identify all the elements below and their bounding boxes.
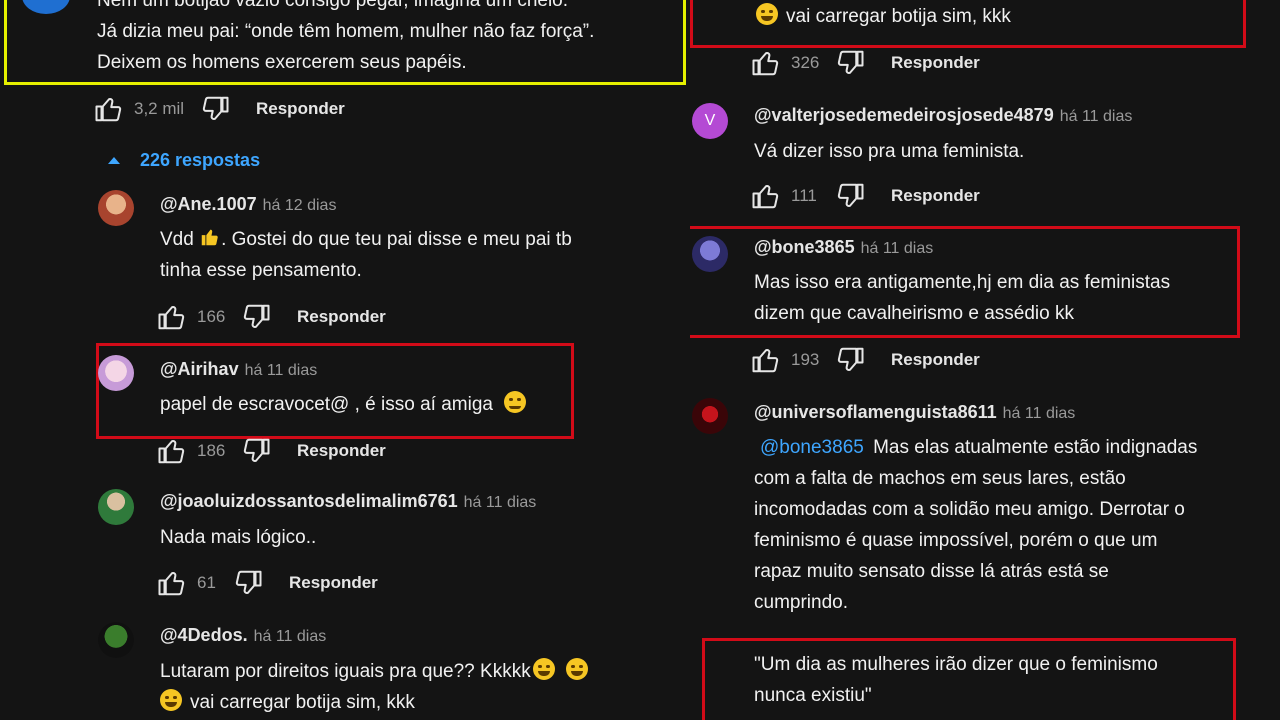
avatar[interactable]: [98, 355, 134, 391]
comment-actions: 186 Responder: [157, 436, 386, 466]
comment-text: vai carregar botija sim, kkk: [756, 1, 1011, 32]
dislike-icon[interactable]: [241, 302, 271, 332]
comment-timestamp: há 11 dias: [1059, 108, 1133, 125]
comment-text: tinha esse pensamento.: [160, 260, 362, 281]
avatar[interactable]: [98, 190, 134, 226]
like-icon[interactable]: [751, 48, 781, 78]
laughing-emoji: [756, 3, 778, 25]
like-count: 61: [197, 573, 216, 592]
avatar[interactable]: [692, 236, 728, 272]
mention-link[interactable]: @bone3865: [760, 437, 864, 458]
thumbs-up-emoji: [201, 229, 218, 246]
replies-count: 226 respostas: [140, 150, 261, 170]
laughing-emoji: [160, 689, 182, 711]
replies-toggle[interactable]: 226 respostas: [108, 150, 260, 171]
comment-text: incomodadas com a solidão meu amigo. Der…: [754, 499, 1185, 520]
comment-text: vai carregar botija sim, kkk: [160, 687, 415, 718]
reply-button[interactable]: Responder: [891, 350, 980, 370]
quote-text: nunca existiu": [754, 685, 872, 706]
comment-actions: 111 Responder: [751, 181, 980, 211]
reply-button[interactable]: Responder: [891, 186, 980, 206]
dislike-icon[interactable]: [835, 181, 865, 211]
reply-button[interactable]: Responder: [297, 441, 386, 461]
comment-author[interactable]: @joaoluizdossantosdelimalim6761 há 11 dia…: [160, 491, 536, 512]
smile-emoji: [504, 391, 527, 413]
avatar[interactable]: [98, 622, 134, 658]
comment-text: cumprindo.: [754, 592, 848, 613]
like-count: 111: [791, 186, 817, 205]
comment-actions: 326 Responder: [751, 48, 980, 78]
comment-text: Mas isso era antigamente,hj em dia as fe…: [754, 272, 1171, 293]
like-icon[interactable]: [751, 345, 781, 375]
like-count: 193: [791, 350, 820, 369]
comment-text: papel de escravocet@ , é isso aí amiga: [160, 389, 527, 420]
reply-button[interactable]: Responder: [256, 99, 345, 119]
laughing-emoji: [532, 658, 555, 680]
dislike-icon[interactable]: [233, 568, 263, 598]
left-comment-column: Nem um botijão vazio consigo pegar, imag…: [0, 0, 690, 720]
comment-timestamp: há 12 dias: [262, 197, 337, 214]
comment-timestamp: há 11 dias: [860, 240, 934, 257]
like-count: 326: [791, 53, 820, 72]
laughing-emoji: [565, 658, 588, 680]
quote-text: "Um dia as mulheres irão dizer que o fem…: [754, 654, 1158, 675]
comment-timestamp: há 11 dias: [463, 494, 537, 511]
dislike-icon[interactable]: [241, 436, 271, 466]
comment-text: Vá dizer isso pra uma feminista.: [754, 141, 1025, 162]
comment-text: Lutaram por direitos iguais pra que?? Kk…: [160, 656, 588, 687]
comment-author[interactable]: @Ane.1007 há 12 dias: [160, 194, 336, 215]
comment-author[interactable]: @universoflamenguista8611 há 11 dias: [754, 402, 1075, 423]
like-count: 186: [197, 441, 226, 460]
comment-text: dizem que cavalheirismo e assédio kk: [754, 303, 1074, 324]
right-comment-column: vai carregar botija sim, kkk 326 Respond…: [690, 0, 1280, 720]
comment-text: rapaz muito sensato disse lá atrás está …: [754, 561, 1109, 582]
like-icon[interactable]: [94, 94, 124, 124]
comment-actions: 166 Responder: [157, 302, 386, 332]
comment-actions: 193 Responder: [751, 345, 980, 375]
comment-author[interactable]: @4Dedos. há 11 dias: [160, 625, 326, 646]
avatar-letter: V: [704, 112, 716, 129]
comment-author[interactable]: @bone3865 há 11 dias: [754, 237, 933, 258]
avatar[interactable]: V: [692, 103, 728, 139]
comment-text: Nada mais lógico..: [160, 527, 317, 548]
comment-timestamp: há 11 dias: [1002, 405, 1076, 422]
like-icon[interactable]: [157, 302, 187, 332]
comment-author[interactable]: @Airihav há 11 dias: [160, 359, 317, 380]
dislike-icon[interactable]: [200, 94, 230, 124]
reply-button[interactable]: Responder: [289, 573, 378, 593]
comment-text: Nem um botijão vazio consigo pegar, imag…: [97, 0, 569, 11]
reply-button[interactable]: Responder: [891, 53, 980, 73]
comment-timestamp: há 11 dias: [253, 628, 327, 645]
like-count: 166: [197, 307, 226, 326]
like-icon[interactable]: [157, 568, 187, 598]
like-icon[interactable]: [751, 181, 781, 211]
comment-author[interactable]: @valterjosedemedeirosjosede4879 há 11 dia…: [754, 105, 1132, 126]
comment-text: com a falta de machos em seus lares, est…: [754, 468, 1126, 489]
reply-button[interactable]: Responder: [297, 307, 386, 327]
avatar[interactable]: [98, 489, 134, 525]
chevron-up-icon: [108, 157, 120, 164]
comment-actions: 61 Responder: [157, 568, 378, 598]
avatar[interactable]: [692, 398, 728, 434]
like-icon[interactable]: [157, 436, 187, 466]
dislike-icon[interactable]: [835, 48, 865, 78]
comment-actions: 3,2 mil Responder: [94, 94, 345, 124]
like-count: 3,2 mil: [134, 99, 185, 118]
comment-text: feminismo é quase impossível, porém o qu…: [754, 530, 1158, 551]
comment-text: Deixem os homens exercerem seus papéis.: [97, 52, 467, 73]
comment-timestamp: há 11 dias: [244, 362, 318, 379]
comment-text: Já dizia meu pai: “onde têm homem, mulhe…: [97, 21, 595, 42]
comment-text: Vdd . Gostei do que teu pai disse e meu …: [160, 224, 572, 255]
dislike-icon[interactable]: [835, 345, 865, 375]
comment-text: @bone3865 Mas elas atualmente estão indi…: [760, 437, 1198, 458]
